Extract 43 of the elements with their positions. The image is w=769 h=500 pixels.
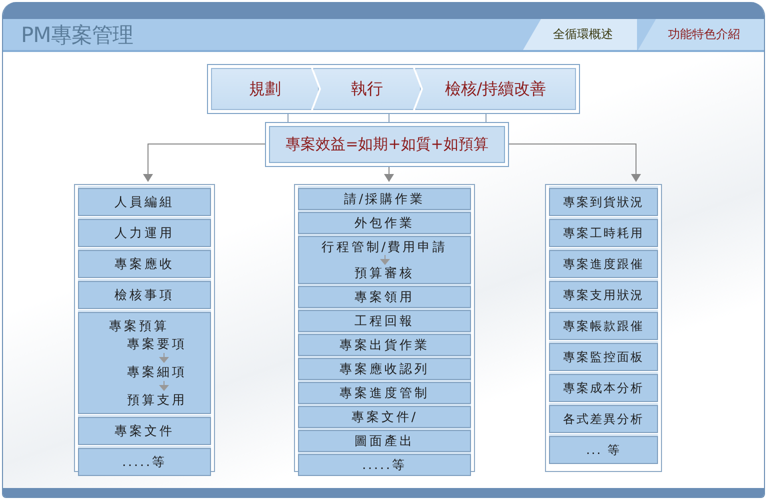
tab[interactable]: 全循環概述 <box>523 19 637 50</box>
list-item: 專案應收 <box>78 250 211 278</box>
down-arrow-icon <box>159 381 169 391</box>
list-item: 專案應收認列 <box>298 358 471 380</box>
list-item: 外包作業 <box>298 212 471 234</box>
benefit-box: 專案效益=如期+如質+如預算 <box>269 126 505 163</box>
list-item: 人力運用 <box>78 219 211 247</box>
step-label: 專案細項 <box>127 363 187 381</box>
list-item: .....等 <box>298 454 471 476</box>
list-item: 請/採購作業 <box>298 188 471 210</box>
list-item: 工程回報 <box>298 310 471 332</box>
down-arrow-icon <box>380 255 390 265</box>
tab[interactable]: 功能特色介紹 <box>638 19 764 50</box>
list-item: 各式差異分析 <box>549 405 658 433</box>
list-item: 專案帳款跟催 <box>549 312 658 340</box>
phase-step: 規劃 <box>211 68 319 110</box>
list-item: 專案成本分析 <box>549 374 658 402</box>
down-arrow-icon <box>159 353 169 363</box>
list-item: 專案出貨作業 <box>298 334 471 356</box>
list-item: ... 等 <box>549 436 658 464</box>
list-item: 專案工時耗用 <box>549 219 658 247</box>
phase-step: 檢核/持續改善 <box>415 68 576 110</box>
group-label: 專案預算 <box>109 317 169 335</box>
connector-arrow <box>384 166 394 182</box>
connector-line <box>388 114 390 122</box>
list-item: 專案文件 <box>78 417 211 445</box>
list-item: 檢核事項 <box>78 281 211 309</box>
list-item: 圖面產出 <box>298 430 471 452</box>
list-item: 專案文件/ <box>298 406 471 428</box>
step-label: 專案要項 <box>127 335 187 353</box>
list-item: 專案領用 <box>298 286 471 308</box>
page-title: PM專案管理 <box>21 22 133 48</box>
list-item: 專案監控面板 <box>549 343 658 371</box>
list-item: 專案進度跟催 <box>549 250 658 278</box>
list-item: 專案進度管制 <box>298 382 471 404</box>
list-item: 專案到貨狀況 <box>549 188 658 216</box>
list-item: 人員編組 <box>78 188 211 216</box>
step-label: 預算支用 <box>127 391 187 409</box>
step-label: 行程管制/費用申請 <box>321 239 448 255</box>
step-label: 預算審核 <box>354 265 414 281</box>
phase-step: 執行 <box>313 68 421 110</box>
list-item: 專案支用狀況 <box>549 281 658 309</box>
list-item: .....等 <box>78 448 211 476</box>
